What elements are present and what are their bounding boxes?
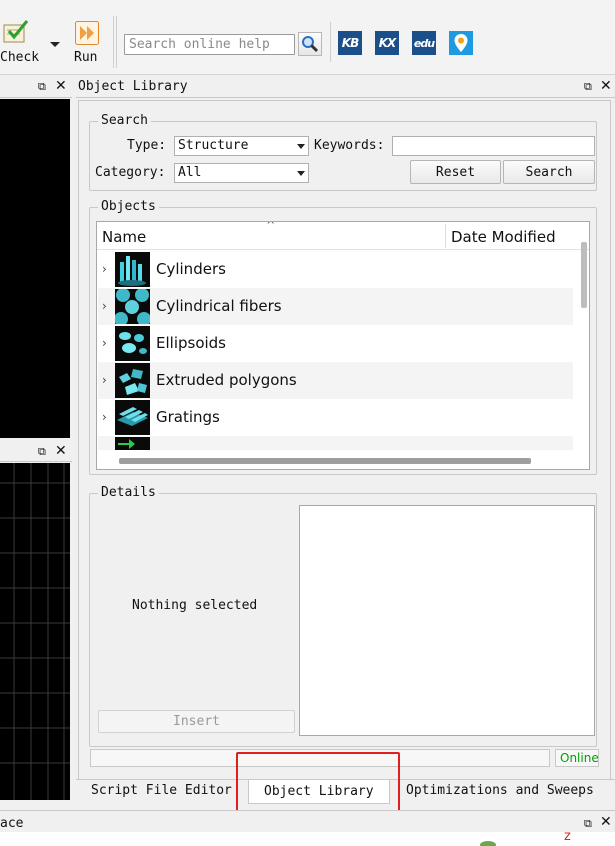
close-icon[interactable]: ✕ (600, 815, 612, 829)
run-icon (75, 21, 99, 45)
details-empty-text: Nothing selected (132, 598, 258, 613)
left-top-panel-header: ⧉ ✕ (0, 76, 72, 98)
sleep-indicator-icon: z Z (480, 832, 585, 846)
tab-optimizations-and-sweeps[interactable]: Optimizations and Sweeps (406, 780, 594, 802)
objects-group-title: Objects (98, 199, 159, 214)
float-panel-icon[interactable]: ⧉ (38, 446, 46, 457)
location-link-icon[interactable] (449, 31, 473, 55)
map-pin-icon (454, 34, 468, 52)
toolbar-separator (113, 16, 114, 68)
run-button[interactable]: Run (72, 18, 104, 68)
object-library-title: Object Library (78, 79, 188, 94)
float-panel-icon[interactable]: ⧉ (584, 818, 592, 829)
float-panel-icon[interactable]: ⧉ (584, 81, 592, 92)
main-toolbar: Check Run Search online help KB KX edu (0, 0, 615, 75)
bottom-panel-content: z Z (0, 832, 615, 846)
connection-status: Online (555, 749, 599, 767)
chevron-down-icon (297, 171, 305, 176)
keywords-label: Keywords: (314, 138, 385, 153)
ellipsoids-icon (115, 326, 150, 361)
type-select[interactable]: Structure (174, 136, 309, 156)
column-header-date-modified[interactable]: Date Modified (451, 228, 556, 246)
category-label: Category: (95, 165, 166, 180)
search-group-title: Search (98, 113, 151, 128)
list-item[interactable]: › Gratings (98, 399, 573, 436)
svg-text:Z: Z (576, 832, 585, 836)
left-top-panel-view (0, 99, 70, 438)
column-divider (445, 224, 446, 248)
cylinders-icon (115, 252, 150, 287)
horizontal-scrollbar[interactable] (97, 453, 589, 469)
chevron-down-icon (297, 144, 305, 149)
bottom-panel-title: ace (0, 816, 24, 831)
edu-link-icon[interactable]: edu (412, 31, 436, 55)
tab-script-file-editor[interactable]: Script File Editor (91, 780, 232, 802)
chevron-right-icon: › (102, 262, 107, 276)
list-item[interactable]: › Ellipsoids (98, 325, 573, 362)
list-item-name: Cylindrical fibers (156, 297, 282, 315)
type-select-value: Structure (178, 138, 249, 153)
chevron-right-icon: › (102, 373, 107, 387)
horizontal-scrollbar-thumb[interactable] (119, 458, 531, 464)
check-dropdown-arrow[interactable] (50, 42, 60, 47)
column-header-name[interactable]: Name (102, 228, 146, 246)
float-panel-icon[interactable]: ⧉ (38, 81, 46, 92)
close-icon[interactable]: ✕ (55, 79, 67, 93)
connection-status-text: Online (560, 751, 599, 765)
check-button[interactable]: Check (0, 18, 40, 68)
left-bottom-panel-header: ⧉ ✕ (0, 440, 72, 462)
list-header: ^ Name Date Modified (97, 222, 589, 250)
gratings-icon (115, 400, 150, 435)
list-item[interactable]: › Cylinders (98, 251, 573, 288)
search-help-button[interactable] (298, 32, 322, 56)
svg-text:z: z (564, 832, 571, 844)
cylindrical-fibers-icon (115, 289, 150, 324)
chevron-right-icon: › (102, 299, 107, 313)
list-item-partial[interactable] (98, 436, 573, 450)
list-item[interactable]: › Extruded polygons (98, 362, 573, 399)
close-icon[interactable]: ✕ (600, 79, 612, 93)
reset-button[interactable]: Reset (410, 160, 501, 184)
left-bottom-panel-grid (0, 463, 70, 800)
bottom-panel-header: ace ⧉ ✕ (0, 810, 615, 832)
toolbar-separator (330, 22, 331, 62)
run-label: Run (74, 50, 98, 65)
keywords-input[interactable] (392, 136, 595, 156)
list-item-name: Gratings (156, 408, 220, 426)
category-select[interactable]: All (174, 163, 309, 183)
toolbar-separator (116, 16, 117, 68)
chevron-right-icon: › (102, 410, 107, 424)
details-group-title: Details (98, 485, 159, 500)
list-item-name: Extruded polygons (156, 371, 297, 389)
check-label: Check (0, 50, 40, 65)
insert-button[interactable]: Insert (98, 710, 295, 733)
chevron-right-icon: › (102, 336, 107, 350)
object-library-header: Object Library ⧉ ✕ (76, 76, 615, 98)
objects-list[interactable]: ^ Name Date Modified › Cylinders › Cylin… (96, 221, 590, 470)
kb-link-icon[interactable]: KB (338, 31, 362, 55)
list-item-name: Ellipsoids (156, 334, 226, 352)
list-item-name: Cylinders (156, 260, 226, 278)
search-help-input[interactable]: Search online help (124, 34, 295, 55)
check-icon (3, 20, 29, 43)
search-button[interactable]: Search (503, 160, 595, 184)
details-preview (299, 505, 595, 736)
category-select-value: All (178, 165, 202, 180)
sort-ascending-icon: ^ (267, 221, 275, 232)
extruded-polygons-icon (115, 363, 150, 398)
next-object-icon (115, 437, 150, 450)
object-library-panel: Search Type: Structure Keywords: Categor… (78, 100, 611, 780)
list-item[interactable]: › Cylindrical fibers (98, 288, 573, 325)
magnifier-icon (302, 36, 319, 53)
vertical-scrollbar-thumb[interactable] (581, 242, 587, 308)
kx-link-icon[interactable]: KX (375, 31, 399, 55)
type-label: Type: (127, 138, 167, 153)
close-icon[interactable]: ✕ (55, 444, 67, 458)
